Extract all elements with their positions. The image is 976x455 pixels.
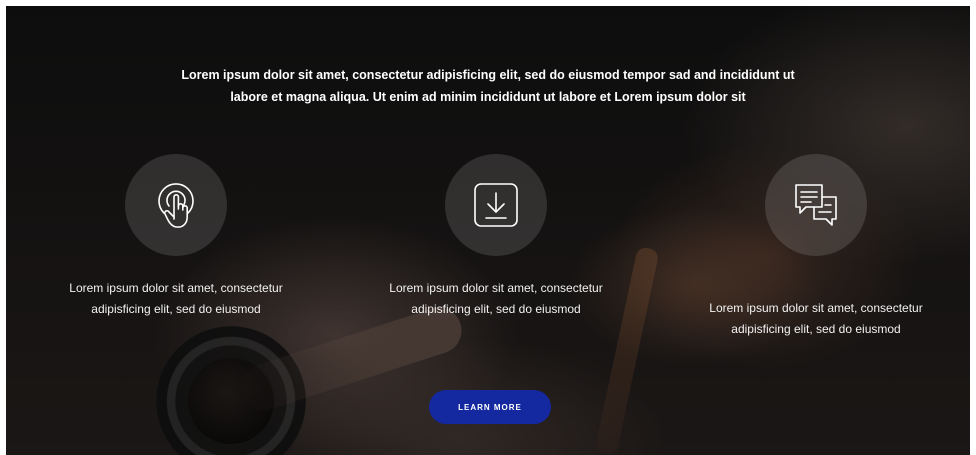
feature-touch-line-2: adipisficing elit, sed do eiusmod: [91, 302, 261, 316]
intro-line-1: Lorem ipsum dolor sit amet, consectetur …: [181, 68, 795, 82]
chat-icon-circle: [765, 154, 867, 256]
page-frame: Lorem ipsum dolor sit amet, consectetur …: [0, 0, 976, 455]
feature-download-line-2: adipisficing elit, sed do eiusmod: [411, 302, 581, 316]
feature-touch-line-1: Lorem ipsum dolor sit amet, consectetur: [69, 281, 283, 295]
feature-chat-line-1: Lorem ipsum dolor sit amet, consectetur: [709, 301, 923, 315]
intro-text: Lorem ipsum dolor sit amet, consectetur …: [156, 64, 820, 108]
chat-icon: [795, 184, 837, 226]
hero-section: Lorem ipsum dolor sit amet, consectetur …: [6, 6, 970, 455]
download-icon: [474, 183, 518, 227]
touch-icon-circle: [125, 154, 227, 256]
learn-more-button[interactable]: LEARN MORE: [429, 390, 551, 424]
feature-chat-line-2: adipisficing elit, sed do eiusmod: [731, 322, 901, 336]
intro-line-2: labore et magna aliqua. Ut enim ad minim…: [230, 90, 746, 104]
feature-chat: Lorem ipsum dolor sit amet, consectetur …: [671, 154, 961, 340]
feature-chat-text: Lorem ipsum dolor sit amet, consectetur …: [671, 298, 961, 340]
download-icon-circle: [445, 154, 547, 256]
feature-touch: Lorem ipsum dolor sit amet, consectetur …: [31, 154, 321, 320]
feature-touch-text: Lorem ipsum dolor sit amet, consectetur …: [31, 278, 321, 320]
touch-icon: [158, 183, 194, 228]
feature-download: Lorem ipsum dolor sit amet, consectetur …: [351, 154, 641, 320]
feature-download-text: Lorem ipsum dolor sit amet, consectetur …: [351, 278, 641, 320]
feature-download-line-1: Lorem ipsum dolor sit amet, consectetur: [389, 281, 603, 295]
